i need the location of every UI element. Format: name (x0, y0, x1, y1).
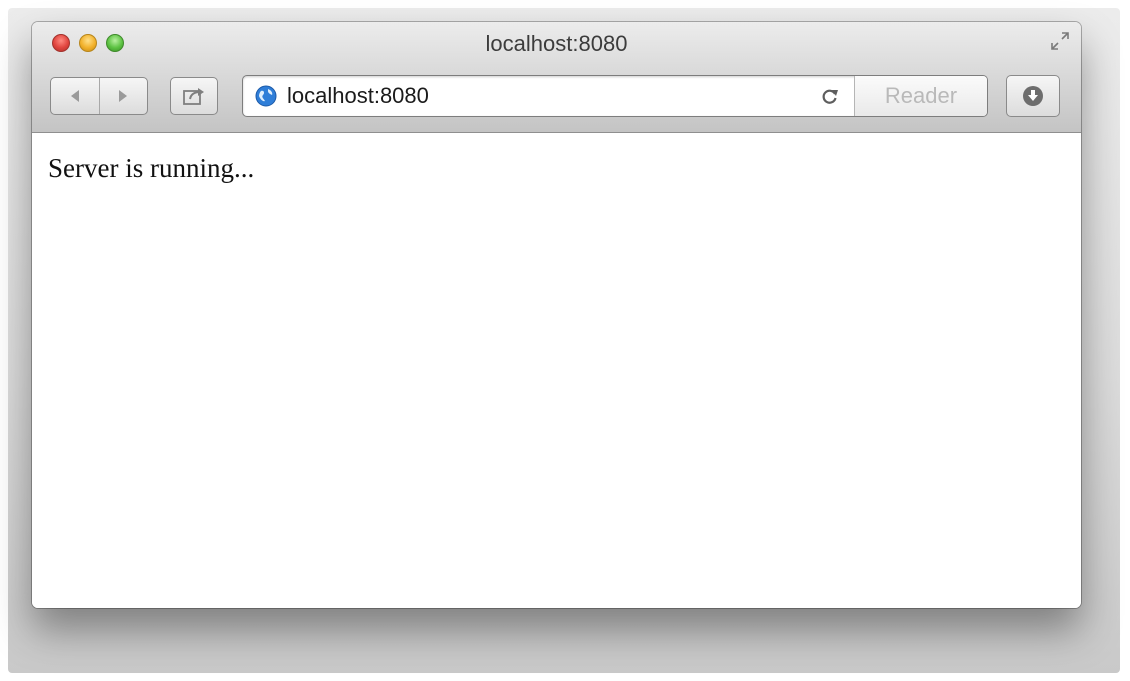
back-button[interactable] (51, 78, 99, 114)
server-status-text: Server is running... (48, 153, 255, 183)
browser-window: localhost:8080 localhost:8080 Reader Ser… (32, 22, 1081, 608)
downloads-button[interactable] (1006, 75, 1060, 117)
page-content: Server is running... (32, 133, 1081, 608)
browser-toolbar: localhost:8080 localhost:8080 Reader (32, 22, 1081, 133)
reload-icon (822, 89, 838, 104)
url-text[interactable]: localhost:8080 (287, 83, 816, 109)
back-arrow-icon (70, 90, 79, 102)
reader-button[interactable]: Reader (854, 76, 987, 116)
forward-arrow-icon (119, 90, 128, 102)
fullscreen-icon[interactable] (1049, 30, 1071, 52)
back-forward-buttons (50, 77, 148, 115)
globe-icon (255, 85, 277, 107)
share-button[interactable] (170, 77, 218, 115)
share-icon (183, 88, 204, 105)
forward-button[interactable] (98, 78, 148, 114)
download-icon (1023, 86, 1043, 106)
screenshot-stage: localhost:8080 localhost:8080 Reader Ser… (0, 0, 1130, 681)
window-title: localhost:8080 (485, 31, 628, 56)
reload-button[interactable] (816, 82, 844, 110)
address-bar[interactable]: localhost:8080 Reader (242, 75, 988, 117)
